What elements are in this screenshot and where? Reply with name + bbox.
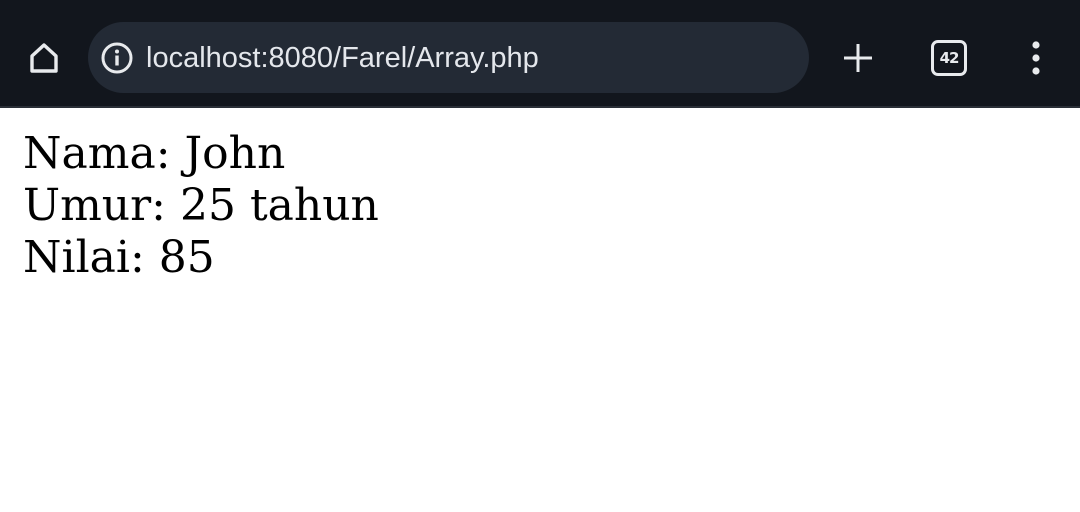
- browser-toolbar: localhost:8080/Farel/Array.php 42: [0, 0, 1080, 108]
- more-vert-icon: [1032, 41, 1040, 75]
- nama-line: Nama: John: [23, 128, 286, 179]
- new-tab-button[interactable]: [834, 34, 882, 82]
- plus-icon: [844, 44, 872, 72]
- tab-switcher-button[interactable]: 42: [925, 34, 973, 82]
- tab-count: 42: [939, 49, 960, 67]
- nilai-line: Nilai: 85: [23, 232, 215, 283]
- tab-switcher-icon: 42: [931, 40, 967, 76]
- home-icon: [30, 43, 58, 73]
- home-button[interactable]: [20, 34, 68, 82]
- info-icon[interactable]: [100, 41, 134, 75]
- umur-line: Umur: 25 tahun: [23, 180, 379, 231]
- menu-button[interactable]: [1012, 34, 1060, 82]
- url-text[interactable]: localhost:8080/Farel/Array.php: [146, 38, 539, 78]
- page-content: Nama: John Umur: 25 tahun Nilai: 85: [23, 128, 379, 284]
